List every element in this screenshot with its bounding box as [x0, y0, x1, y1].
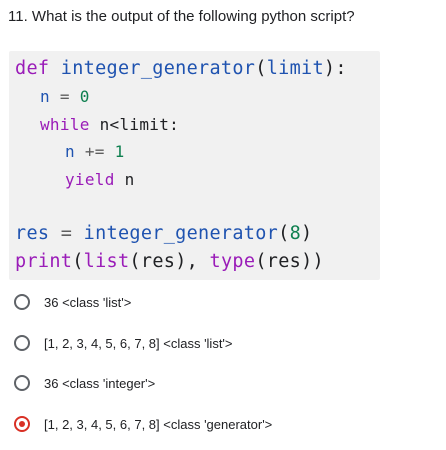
code-text: n — [114, 170, 135, 189]
code-paren: ( — [255, 251, 267, 272]
code-line-5: yield n — [65, 169, 135, 191]
code-line-3: while n<limit: — [40, 114, 179, 136]
code-var: res — [15, 223, 50, 244]
option-3[interactable]: 36 <class 'integer'> — [14, 372, 155, 394]
code-paren: )) — [301, 251, 324, 272]
option-label: 36 <class 'integer'> — [44, 375, 156, 391]
code-number: 0 — [79, 87, 90, 106]
code-block: def integer_generator(limit): n = 0 whil… — [9, 51, 380, 280]
code-text: n<limit: — [89, 115, 180, 134]
code-paren: ): — [323, 58, 347, 79]
option-4[interactable]: [1, 2, 3, 4, 5, 6, 7, 8] <class 'generat… — [14, 413, 272, 435]
code-number: 8 — [289, 223, 302, 244]
code-keyword-def: def — [15, 58, 50, 79]
question-text: 11. What is the output of the following … — [8, 8, 355, 25]
option-label: 36 <class 'list'> — [44, 294, 132, 310]
code-arg: res — [266, 251, 302, 272]
code-op: = — [49, 223, 84, 244]
code-op: += — [74, 142, 115, 161]
code-line-6: res = integer_generator(8) — [15, 223, 312, 245]
code-paren: ( — [255, 58, 267, 79]
code-builtin-list: list — [83, 251, 130, 272]
radio-button[interactable] — [14, 335, 30, 351]
code-param: limit — [266, 58, 324, 79]
code-arg: res — [140, 251, 176, 272]
code-line-1: def integer_generator(limit): — [15, 58, 347, 80]
option-label: [1, 2, 3, 4, 5, 6, 7, 8] <class 'list'> — [44, 335, 233, 351]
code-line-7: print(list(res), type(res)) — [15, 251, 324, 273]
code-paren: ( — [72, 251, 84, 272]
radio-button[interactable] — [14, 294, 30, 310]
code-keyword-yield: yield — [65, 170, 115, 189]
code-var: n — [65, 142, 75, 161]
code-line-4: n += 1 — [65, 141, 125, 163]
code-paren: ), — [175, 251, 199, 272]
code-paren: ) — [301, 223, 313, 244]
radio-button[interactable] — [14, 375, 30, 391]
code-builtin-print: print — [15, 251, 73, 272]
code-paren: ( — [278, 223, 290, 244]
code-function-name: integer_generator — [60, 58, 256, 79]
code-line-2: n = 0 — [40, 86, 90, 108]
code-function-call: integer_generator — [83, 223, 279, 244]
code-op: = — [49, 87, 80, 106]
option-2[interactable]: [1, 2, 3, 4, 5, 6, 7, 8] <class 'list'> — [14, 332, 233, 354]
code-paren: ( — [129, 251, 141, 272]
option-label: [1, 2, 3, 4, 5, 6, 7, 8] <class 'generat… — [44, 416, 273, 432]
code-keyword-while: while — [40, 115, 90, 134]
code-builtin-type: type — [209, 251, 256, 272]
code-number: 1 — [114, 142, 125, 161]
code-var: n — [40, 87, 50, 106]
option-1[interactable]: 36 <class 'list'> — [14, 291, 131, 313]
radio-button-selected[interactable] — [14, 416, 30, 432]
